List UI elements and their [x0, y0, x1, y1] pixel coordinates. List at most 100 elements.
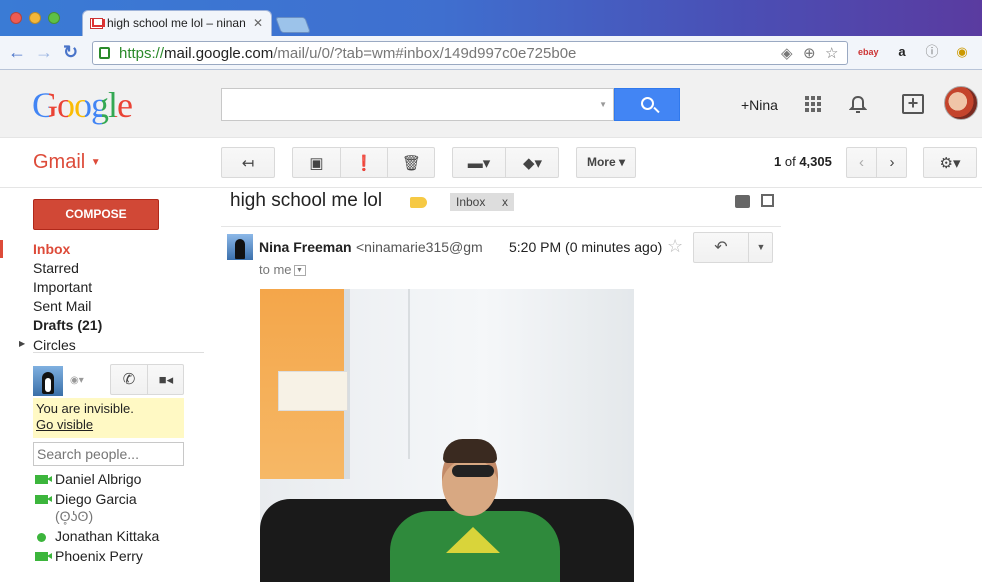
label-tag-icon[interactable]	[410, 197, 427, 208]
settings-button[interactable]: ⚙▾	[923, 147, 977, 178]
gear-icon: ⚙▾	[939, 155, 961, 172]
bookmark-star-icon[interactable]: ☆	[825, 44, 838, 62]
compose-button[interactable]: COMPOSE	[33, 199, 159, 230]
eye-extension-icon[interactable]: ◉	[952, 42, 972, 62]
sidebar-item-circles[interactable]: Circles	[33, 337, 76, 353]
photo-frame	[278, 371, 348, 411]
new-tab-button[interactable]	[275, 17, 311, 33]
google-header: Google ▼ +Nina +	[0, 70, 982, 138]
apps-grid-icon[interactable]	[805, 96, 821, 112]
contact-item[interactable]: Diego Garcia	[33, 491, 137, 507]
delete-button[interactable]: 🗑	[388, 148, 435, 177]
gmail-toolbar: Gmail ▼ ↤ ▣ ❗ 🗑 ▬▾ ◆▾ More ▾ 1 of 4,305 …	[0, 138, 982, 188]
sidebar-item-important[interactable]: Important	[33, 279, 92, 295]
gmail-dropdown-icon: ▼	[90, 157, 101, 169]
search-button[interactable]	[614, 88, 680, 121]
search-options-chevron-icon[interactable]: ▼	[599, 100, 607, 109]
user-avatar[interactable]	[944, 86, 978, 120]
search-people-input[interactable]	[33, 442, 184, 466]
zoom-icon[interactable]: ⊕	[803, 44, 816, 62]
details-chevron-icon[interactable]: ▼	[293, 265, 306, 277]
back-to-inbox-button[interactable]: ↤	[221, 147, 275, 178]
chat-avatar[interactable]	[33, 366, 63, 396]
spam-alert-icon: ❗	[354, 155, 374, 172]
contact-item[interactable]: Phoenix Perry	[33, 548, 143, 564]
archive-button[interactable]: ▣	[293, 148, 341, 177]
gmail-menu[interactable]: Gmail ▼	[33, 151, 101, 174]
tab-title: high school me lol – ninan	[107, 16, 246, 30]
chevron-left-icon: ‹	[859, 154, 864, 171]
contact-name: Jonathan Kittaka	[55, 528, 160, 544]
sender-email: <ninamarie315@gm	[356, 239, 482, 255]
search-input[interactable]: ▼	[221, 88, 614, 121]
pagination-count: 1 of 4,305	[774, 154, 832, 169]
move-to-button[interactable]: ▬▾	[453, 148, 506, 177]
user-profile-link[interactable]: +Nina	[741, 97, 778, 113]
more-button[interactable]: More ▾	[576, 147, 636, 178]
contact-status-message: (ʘ̥ʖʘ)	[55, 508, 94, 524]
star-icon[interactable]: ☆	[667, 236, 683, 257]
labels-button[interactable]: ◆▾	[506, 148, 559, 177]
active-indicator	[0, 240, 3, 258]
online-status-icon	[37, 533, 46, 542]
amazon-extension-icon[interactable]: a	[892, 42, 912, 62]
address-bar[interactable]: https://mail.google.com/mail/u/0/?tab=wm…	[92, 41, 848, 65]
message-view: high school me lol Inbox x Nina Freeman <…	[221, 188, 781, 582]
page-of: of	[784, 154, 796, 169]
info-extension-icon[interactable]: ⓘ	[922, 42, 942, 62]
photo-hair	[443, 439, 497, 463]
newer-button[interactable]: ‹	[847, 148, 877, 177]
browser-tab[interactable]: high school me lol – ninan ✕	[82, 10, 272, 36]
action-button-group: ▣ ❗ 🗑	[292, 147, 435, 178]
notifications-bell-icon[interactable]	[849, 96, 867, 114]
search-icon	[641, 97, 654, 110]
new-window-icon[interactable]	[761, 194, 774, 207]
recipient-line: to me ▼	[259, 262, 306, 277]
status-dropdown-icon[interactable]: ◉▾	[70, 375, 84, 386]
browser-chrome: high school me lol – ninan ✕ ← → ↻ https…	[0, 0, 982, 70]
phone-icon[interactable]: ✆	[111, 365, 148, 394]
sidebar-item-sent-mail[interactable]: Sent Mail	[33, 298, 91, 314]
tab-close-icon[interactable]: ✕	[253, 16, 263, 30]
attached-photo[interactable]	[260, 289, 634, 582]
more-label: More	[586, 155, 616, 169]
tag-icon: ◆▾	[522, 155, 543, 172]
ebay-extension-icon[interactable]: ebay	[858, 42, 879, 62]
message-time: 5:20 PM (0 minutes ago)	[509, 239, 663, 255]
chevron-right-icon: ›	[889, 154, 895, 171]
minimize-window-button[interactable]	[29, 12, 41, 24]
contact-name: Phoenix Perry	[55, 548, 143, 564]
google-logo[interactable]: Google	[32, 84, 133, 126]
move-label-group: ▬▾ ◆▾	[452, 147, 559, 178]
url-scheme: https://	[119, 45, 165, 62]
reply-button[interactable]: ↶	[694, 233, 749, 262]
sender-name[interactable]: Nina Freeman	[259, 239, 352, 255]
logo-text: Google	[32, 85, 133, 125]
contact-item[interactable]: Daniel Albrigo	[33, 471, 141, 487]
video-call-icon[interactable]: ■◂	[148, 365, 184, 394]
divider	[221, 226, 781, 227]
back-arrow-icon[interactable]: ←	[8, 42, 26, 62]
reload-icon[interactable]: ↻	[63, 42, 78, 62]
more-actions-chevron-icon[interactable]: ▼	[749, 233, 773, 262]
report-spam-button[interactable]: ❗	[341, 148, 388, 177]
share-plus-icon[interactable]: +	[902, 94, 924, 114]
contact-item[interactable]: Jonathan Kittaka	[33, 528, 159, 544]
forward-arrow-icon[interactable]: →	[35, 42, 53, 62]
photo-sunglasses	[452, 465, 494, 477]
expand-arrow-icon[interactable]: ▶	[19, 339, 25, 348]
sender-avatar[interactable]	[227, 234, 253, 260]
remove-label-button[interactable]: x	[502, 195, 508, 209]
print-icon[interactable]	[735, 195, 750, 208]
contact-name: Diego Garcia	[55, 491, 137, 507]
url-path: /mail/u/0/?tab=wm#inbox/149d997c0e725b0e	[273, 45, 577, 62]
go-visible-link[interactable]: Go visible	[36, 417, 93, 432]
sidebar-item-inbox[interactable]: Inbox	[33, 241, 70, 257]
gmail-favicon-icon	[90, 18, 103, 29]
sidebar-item-drafts[interactable]: Drafts (21)	[33, 317, 102, 333]
extension-diamond-icon[interactable]: ◈	[781, 44, 793, 62]
maximize-window-button[interactable]	[48, 12, 60, 24]
sidebar-item-starred[interactable]: Starred	[33, 260, 79, 276]
close-window-button[interactable]	[10, 12, 22, 24]
older-button[interactable]: ›	[877, 148, 907, 177]
